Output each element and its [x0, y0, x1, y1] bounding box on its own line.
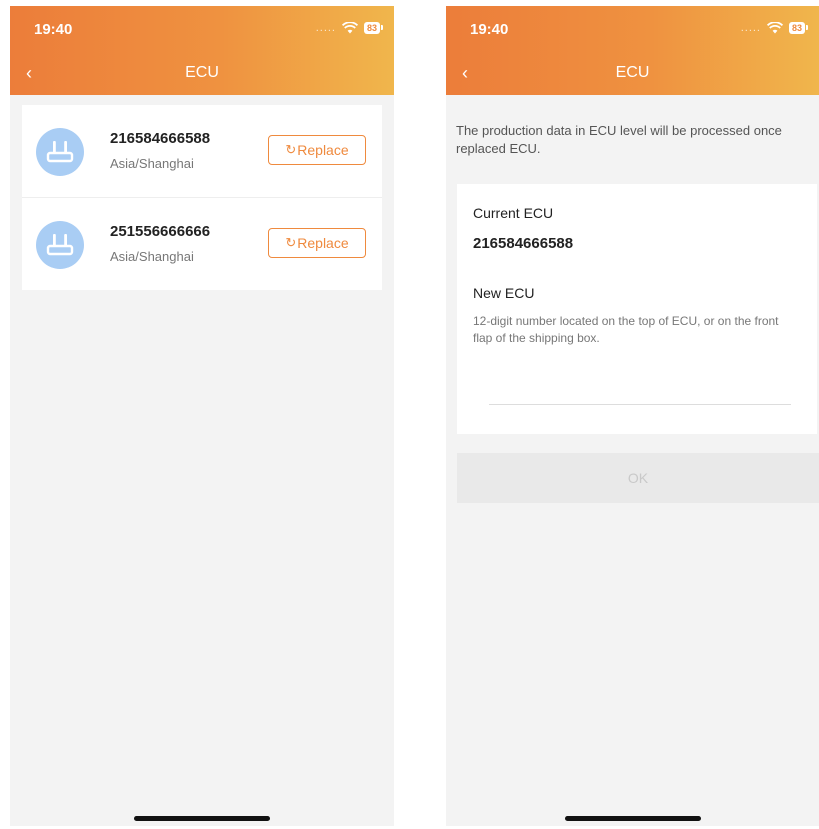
page-title: ECU	[185, 64, 219, 81]
battery-icon: 83	[788, 22, 809, 34]
ecu-timezone: Asia/Shanghai	[110, 249, 194, 264]
refresh-icon: ↻	[285, 142, 297, 157]
header-bar: 19:40 ..... 83 ‹ ECU	[446, 6, 819, 95]
new-ecu-label: New ECU	[473, 285, 535, 301]
current-ecu-value: 216584666588	[473, 235, 574, 252]
router-icon	[36, 221, 84, 269]
refresh-icon: ↻	[285, 235, 297, 250]
list-item: 216584666588 Asia/Shanghai ↻ Replace	[22, 105, 382, 198]
battery-icon: 83	[363, 22, 384, 34]
ecu-list-screen: 19:40 ..... 83 ‹ ECU 216584666588 Asia/S	[10, 6, 394, 826]
page-title: ECU	[615, 64, 650, 81]
ecu-serial: 251556666666	[110, 223, 211, 240]
ecu-list: 216584666588 Asia/Shanghai ↻ Replace 251…	[22, 105, 382, 290]
signal-icon: .....	[315, 22, 336, 34]
replace-button[interactable]: ↻ Replace	[268, 135, 366, 165]
header-bar: 19:40 ..... 83 ‹ ECU	[10, 6, 394, 95]
wifi-icon	[766, 22, 783, 34]
status-time: 19:40	[34, 21, 73, 38]
replace-label: Replace	[297, 235, 349, 251]
ok-button[interactable]: OK	[457, 453, 819, 503]
new-ecu-hint: 12-digit number located on the top of EC…	[473, 314, 779, 345]
home-indicator	[134, 816, 270, 821]
replace-button[interactable]: ↻ Replace	[268, 228, 366, 258]
replace-ecu-screen: 19:40 ..... 83 ‹ ECU The production data…	[446, 6, 819, 826]
replace-form-card: Current ECU 216584666588 New ECU 12-digi…	[457, 184, 817, 434]
wifi-icon	[341, 22, 358, 34]
signal-icon: .....	[740, 22, 761, 34]
list-item: 251556666666 Asia/Shanghai ↻ Replace	[22, 198, 382, 290]
intro-text: The production data in ECU level will be…	[456, 123, 782, 156]
ecu-serial: 216584666588	[110, 130, 211, 147]
new-ecu-input[interactable]	[489, 380, 791, 405]
replace-label: Replace	[297, 142, 349, 158]
ecu-timezone: Asia/Shanghai	[110, 156, 194, 171]
home-indicator	[564, 816, 701, 821]
status-time: 19:40	[470, 21, 509, 38]
current-ecu-label: Current ECU	[473, 205, 554, 221]
status-indicators: ..... 83	[740, 22, 809, 34]
router-icon	[36, 128, 84, 176]
status-indicators: ..... 83	[315, 22, 384, 34]
